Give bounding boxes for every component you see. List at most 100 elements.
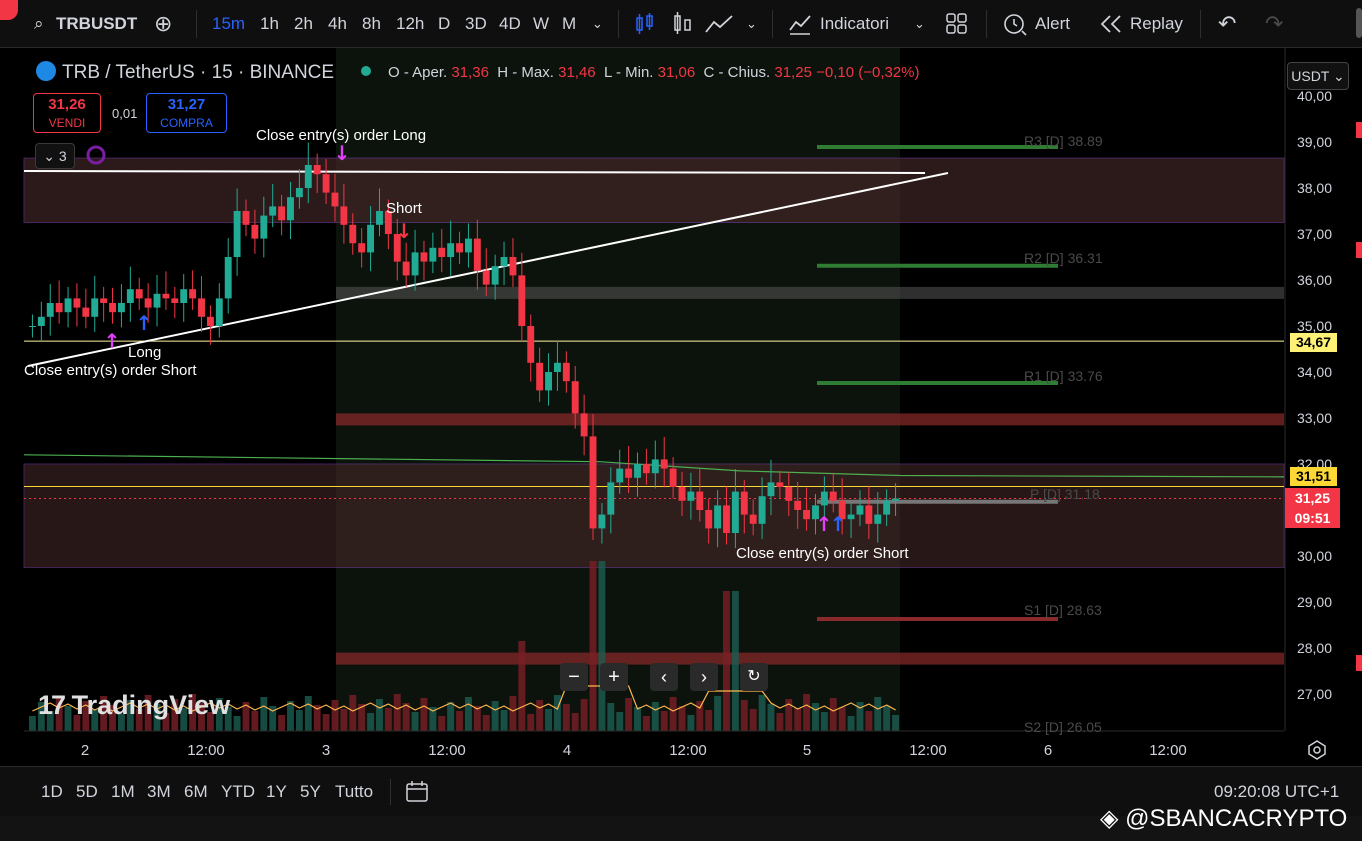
footer-strip: ◈ @SBANCACRYPTO — [0, 805, 1362, 841]
candles-icon[interactable] — [634, 12, 656, 36]
volume-bar — [376, 699, 383, 731]
time-tick-label: 12:00 — [187, 742, 225, 759]
layout-grid-icon[interactable] — [946, 13, 968, 35]
volume-bar — [660, 711, 668, 731]
redo-icon[interactable]: ↷ — [1265, 0, 1283, 48]
price-chart[interactable]: 40,00 39,00 38,00 37,00 36,00 35,00 34,00 33,00… — [0, 48, 1362, 766]
axis-settings-icon[interactable] — [1306, 739, 1328, 761]
range-1d[interactable]: 1D — [41, 767, 63, 817]
chevron-down-icon: ⌄ — [43, 148, 56, 164]
compare-add-icon[interactable]: ⊕ — [154, 0, 172, 48]
indicator-collapse-button[interactable]: ⌄ 3 — [35, 143, 75, 169]
volume-bar — [518, 641, 526, 731]
volume-bar — [874, 697, 882, 731]
price-tick-label: 36,00 — [1297, 272, 1332, 288]
range-all[interactable]: Tutto — [335, 767, 373, 817]
notification-badge[interactable] — [0, 0, 18, 20]
volume-bar — [723, 591, 730, 731]
interval-12h[interactable]: 12h — [396, 0, 424, 48]
range-1m[interactable]: 1M — [111, 767, 135, 817]
candle-body — [660, 459, 668, 469]
candle-body — [767, 482, 775, 497]
scroll-right-button[interactable]: › — [690, 663, 718, 691]
time-tick-label: 4 — [563, 742, 571, 759]
chart-type-chevron-icon[interactable]: ⌄ — [746, 0, 757, 48]
candle-body — [233, 211, 241, 257]
line-chart-icon[interactable] — [704, 12, 734, 36]
volume-bar — [705, 710, 713, 731]
sync-icon[interactable] — [86, 145, 106, 165]
volume-bar — [580, 699, 588, 731]
candle-body — [509, 257, 517, 276]
volume-bar — [500, 710, 508, 731]
indicators-icon[interactable] — [788, 12, 812, 36]
grey-level-band — [336, 286, 1284, 299]
interval-2h[interactable]: 2h — [294, 0, 313, 48]
interval-dropdown-chevron-icon[interactable]: ⌄ — [592, 0, 603, 48]
interval-4h[interactable]: 4h — [328, 0, 347, 48]
candle-body — [687, 491, 695, 501]
buy-button[interactable]: 31,27 COMPRA — [146, 93, 227, 133]
zoom-out-button[interactable]: − — [560, 663, 588, 691]
candle-body — [109, 303, 116, 313]
trade-arrow-marker: ↑ — [830, 512, 847, 536]
volume-bar — [536, 700, 544, 731]
pivot-r1-label: R1 [D] 33.76 — [1024, 368, 1103, 384]
pivot-r3-label: R3 [D] 38.89 — [1024, 133, 1103, 149]
interval-d[interactable]: D — [438, 0, 450, 48]
range-3m[interactable]: 3M — [147, 767, 171, 817]
range-ytd[interactable]: YTD — [221, 767, 255, 817]
range-5y[interactable]: 5Y — [300, 767, 321, 817]
volume-bar — [278, 715, 286, 731]
goto-date-calendar-icon[interactable] — [405, 780, 431, 804]
volume-bar — [527, 714, 535, 731]
chart-area[interactable]: 40,00 39,00 38,00 37,00 36,00 35,00 34,00 33,00… — [0, 48, 1362, 766]
zoom-in-button[interactable]: + — [600, 663, 628, 691]
candle-body — [776, 482, 784, 487]
candle-body — [500, 257, 508, 267]
interval-4d[interactable]: 4D — [499, 0, 521, 48]
candle-body — [376, 211, 383, 225]
reset-chart-button[interactable]: ↻ — [740, 663, 768, 691]
indicators-button[interactable]: Indicatori — [820, 0, 889, 48]
close-short-annotation-right: Close entry(s) order Short — [736, 545, 909, 562]
symbol-search-button[interactable]: TRBUSDT — [56, 0, 137, 48]
long-annotation: Long — [128, 344, 162, 361]
spread-value: 0,01 — [112, 106, 138, 121]
volume-bar — [625, 698, 633, 731]
candle-body — [64, 298, 72, 313]
volume-bar — [838, 707, 846, 731]
candle-body — [571, 381, 579, 414]
volume-bar — [393, 694, 401, 731]
trade-arrow-marker: ↑ — [104, 329, 121, 353]
interval-8h[interactable]: 8h — [362, 0, 381, 48]
candle-body — [820, 491, 828, 506]
bars-icon[interactable] — [672, 12, 694, 36]
range-6m[interactable]: 6M — [184, 767, 208, 817]
candle-body — [553, 362, 561, 372]
low-value: 31,06 — [657, 64, 696, 81]
indicators-chevron-icon[interactable]: ⌄ — [914, 0, 925, 48]
interval-3d[interactable]: 3D — [465, 0, 487, 48]
volume-bar — [803, 694, 811, 731]
interval-15m[interactable]: 15m — [212, 0, 245, 48]
candle-body — [883, 500, 891, 515]
sell-button[interactable]: 31,26 VENDI — [33, 93, 101, 133]
symbol-title: TRB / TetherUS · 15 · BINANCE — [62, 62, 335, 83]
replay-rewind-icon[interactable] — [1100, 14, 1124, 34]
undo-icon[interactable]: ↶ — [1218, 0, 1236, 48]
range-5d[interactable]: 5D — [76, 767, 98, 817]
volume-bar — [758, 695, 766, 731]
symbol-search-icon[interactable]: ⌕ — [34, 0, 44, 48]
interval-w[interactable]: W — [533, 0, 549, 48]
alert-button[interactable]: Alert — [1035, 0, 1070, 48]
alert-clock-icon[interactable] — [1002, 11, 1028, 37]
candle-body — [73, 298, 81, 308]
interval-m[interactable]: M — [562, 0, 576, 48]
replay-button[interactable]: Replay — [1130, 0, 1183, 48]
range-1y[interactable]: 1Y — [266, 767, 287, 817]
scroll-left-button[interactable]: ‹ — [650, 663, 678, 691]
interval-1h[interactable]: 1h — [260, 0, 279, 48]
currency-button[interactable]: USDT ⌄ — [1287, 62, 1349, 90]
volume-bar — [287, 701, 294, 731]
